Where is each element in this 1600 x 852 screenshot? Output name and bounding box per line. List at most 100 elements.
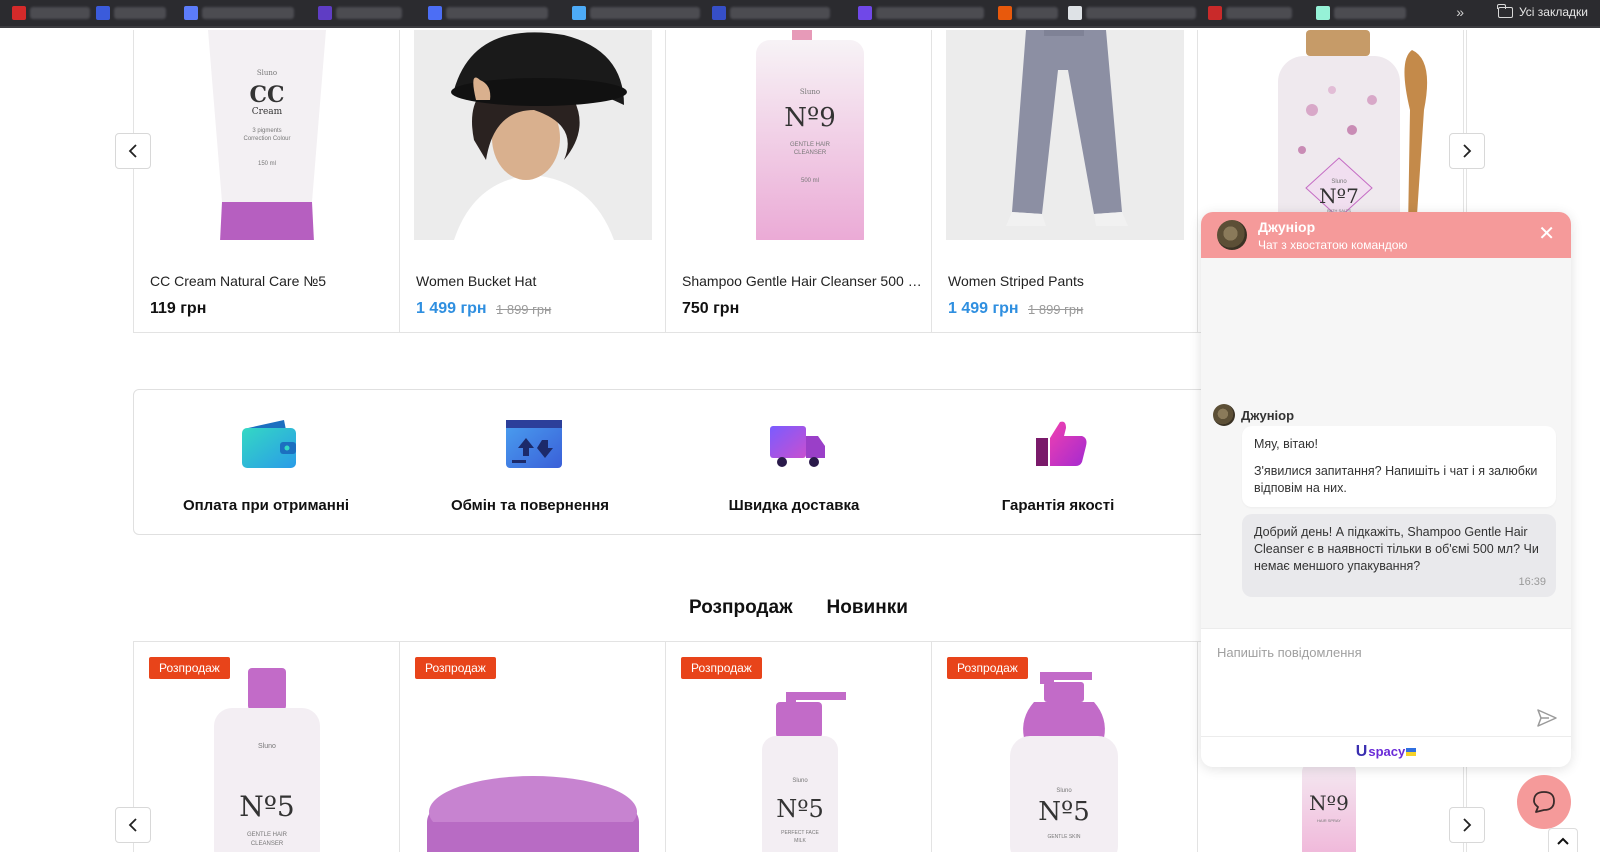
chat-subtitle: Чат з хвостатою командою	[1258, 238, 1408, 252]
product-card[interactable]: Sluno Nº5 GENTLE SKIN Розпродаж	[932, 642, 1198, 852]
close-icon[interactable]: ✕	[1538, 224, 1555, 244]
product-image: Sluno Nº7 BATH SALTS	[1212, 30, 1450, 240]
product-price: 1 499 грн	[416, 300, 487, 317]
product-name[interactable]: Shampoo Gentle Hair Cleanser 500 ml	[682, 273, 922, 289]
product-subtitle-label: PERFECT FACE	[781, 830, 819, 836]
bookmarks-overflow-button[interactable]: »	[1456, 4, 1464, 20]
folder-icon	[1497, 3, 1513, 18]
chat-bubble-icon	[1533, 791, 1555, 813]
product-brand-label: Sluno	[792, 778, 808, 784]
bookmark-item[interactable]	[184, 6, 294, 20]
chevron-left-icon	[128, 144, 137, 158]
all-bookmarks-label: Усі закладки	[1518, 5, 1588, 19]
product-card[interactable]: Sluno Nº5 GENTLE HAIR CLEANSER Розпродаж	[134, 642, 400, 852]
product-brand-label: Sluno	[1056, 788, 1072, 794]
bookmark-item[interactable]	[1068, 6, 1196, 20]
bookmark-item[interactable]	[1316, 6, 1406, 20]
product-image	[414, 30, 652, 240]
message-text: З'явилися запитання? Напишіть і чат і я …	[1254, 464, 1538, 495]
product-image: Sluno Nº9 GENTLE HAIR CLEANSER 500 ml	[680, 30, 918, 240]
product-card[interactable]: Sluno CC Cream 3 pigments Correction Col…	[134, 30, 400, 332]
product-card[interactable]: Розпродаж	[400, 642, 666, 852]
exchange-icon	[506, 420, 562, 468]
carousel-prev-button[interactable]	[115, 807, 151, 843]
chevron-right-icon	[1463, 144, 1472, 158]
chat-toggle-button[interactable]	[1517, 775, 1571, 829]
sale-badge: Розпродаж	[149, 657, 230, 679]
bookmark-item[interactable]	[1208, 6, 1292, 20]
product-name[interactable]: Women Striped Pants	[948, 273, 1188, 289]
bookmarks-bar: » Усі закладки	[0, 0, 1600, 28]
product-volume-label: 150 ml	[258, 161, 276, 167]
feature-item: Гарантія якості	[926, 390, 1190, 534]
feature-label: Обмін та повернення	[450, 497, 610, 514]
product-subtitle-label: CLEANSER	[251, 841, 284, 847]
avatar	[1217, 220, 1247, 250]
product-card[interactable]: Women Striped Pants 1 499 грн 1 899 грн	[932, 30, 1198, 332]
tab-new[interactable]: Новинки	[827, 597, 908, 619]
ukraine-flag-icon	[1406, 748, 1417, 756]
bookmark-item[interactable]	[12, 6, 90, 20]
bookmark-item[interactable]	[858, 6, 984, 20]
carousel-prev-button[interactable]	[115, 133, 151, 169]
product-subtitle-label: GENTLE SKIN	[1047, 834, 1080, 840]
product-title-label: Nº5	[1038, 797, 1090, 827]
sale-badge: Розпродаж	[947, 657, 1028, 679]
bookmark-item[interactable]	[96, 6, 166, 20]
chevron-right-icon	[1463, 818, 1472, 832]
product-old-price: 1 899 грн	[496, 302, 552, 317]
chat-footer: U spacy	[1201, 736, 1571, 767]
scroll-top-button[interactable]	[1548, 828, 1578, 852]
chevron-up-icon	[1557, 837, 1569, 845]
product-brand-label: Sluno	[800, 88, 820, 96]
product-title-label: Nº7	[1319, 184, 1359, 208]
product-brand-label: Sluno	[258, 743, 276, 750]
message-text: Добрий день! А підкажіть, Shampoo Gentle…	[1254, 525, 1539, 573]
send-icon[interactable]	[1537, 709, 1557, 727]
product-subtitle-label: CLEANSER	[794, 150, 827, 156]
product-brand-label: Sluno	[257, 69, 277, 77]
feature-label: Гарантія якості	[1001, 497, 1115, 514]
product-title-label: Nº9	[1309, 791, 1349, 815]
all-bookmarks-button[interactable]: Усі закладки	[1497, 3, 1588, 19]
bookmark-item[interactable]	[572, 6, 700, 20]
product-desc-label: Correction Colour	[243, 136, 290, 142]
product-desc-label: 3 pigments	[252, 128, 281, 134]
product-subtitle-label: HAIR SPRAY	[1317, 818, 1341, 823]
product-name[interactable]: Women Bucket Hat	[416, 273, 656, 289]
product-title-label: CC	[249, 82, 284, 108]
product-card[interactable]: Women Bucket Hat 1 499 грн 1 899 грн	[400, 30, 666, 332]
feature-item: Швидка доставка	[662, 390, 926, 534]
product-volume-label: 500 ml	[801, 178, 819, 184]
product-card[interactable]: Sluno Nº5 PERFECT FACE MILK Розпродаж	[666, 642, 932, 852]
message-input[interactable]: Напишіть повідомлення	[1201, 628, 1571, 736]
bookmark-item[interactable]	[712, 6, 830, 20]
bookmark-item[interactable]	[428, 6, 548, 20]
message-timestamp: 16:39	[1518, 576, 1546, 588]
bookmark-item[interactable]	[318, 6, 402, 20]
product-name[interactable]: CC Cream Natural Care №5	[150, 273, 390, 289]
bookmark-item[interactable]	[998, 6, 1058, 20]
carousel-next-button[interactable]	[1449, 133, 1485, 169]
chat-widget: Джуніор Чат з хвостатою командою ✕ Джуні…	[1201, 212, 1571, 767]
product-subtitle-label: GENTLE HAIR	[790, 142, 831, 148]
product-title-label: Nº5	[776, 795, 824, 823]
product-old-price: 1 899 грн	[1028, 302, 1084, 317]
message-text: Мяу, вітаю!	[1254, 437, 1318, 451]
outgoing-message: Добрий день! А підкажіть, Shampoo Gentle…	[1242, 514, 1556, 597]
product-subtitle-label: MILK	[794, 838, 806, 844]
product-subtitle-label: GENTLE HAIR	[247, 832, 288, 838]
carousel-next-button[interactable]	[1449, 807, 1485, 843]
section-tabs: Розпродаж Новинки	[689, 597, 908, 619]
product-price: 750 грн	[682, 300, 740, 317]
avatar	[1213, 404, 1235, 426]
product-price: 1 499 грн	[948, 300, 1019, 317]
feature-label: Швидка доставка	[728, 497, 860, 514]
feature-label: Оплата при отриманні	[182, 497, 350, 514]
product-card[interactable]: Sluno Nº9 GENTLE HAIR CLEANSER 500 ml Sh…	[666, 30, 932, 332]
tab-sale[interactable]: Розпродаж	[689, 597, 793, 619]
uspacy-logo[interactable]: U spacy	[1356, 743, 1417, 761]
chat-agent-name: Джуніор	[1258, 219, 1316, 235]
feature-item: Оплата при отриманні	[134, 390, 398, 534]
chevron-left-icon	[128, 818, 137, 832]
